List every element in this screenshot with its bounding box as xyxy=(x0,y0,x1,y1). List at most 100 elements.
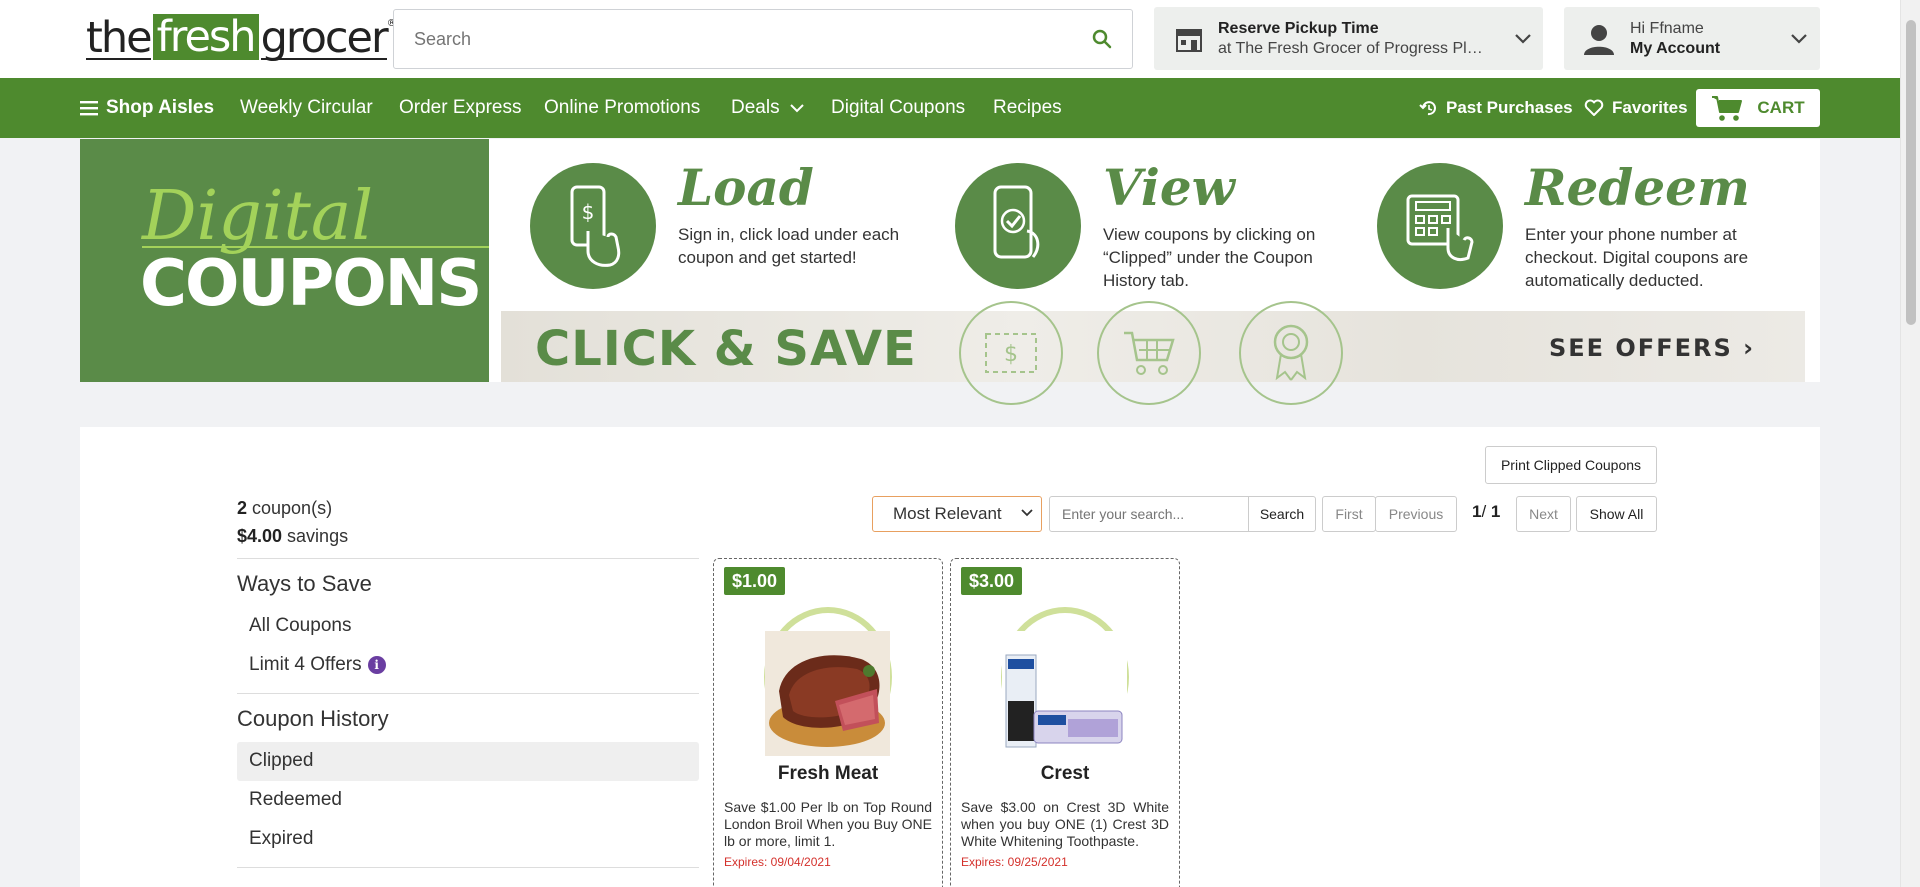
product-image-steak xyxy=(765,631,890,756)
print-clipped-coupons-button[interactable]: Print Clipped Coupons xyxy=(1485,446,1657,484)
pickup-title: Reserve Pickup Time xyxy=(1218,19,1379,37)
chevron-down-icon xyxy=(789,104,804,113)
step-redeem-title: Redeem xyxy=(1525,158,1750,217)
show-all-button[interactable]: Show All xyxy=(1576,496,1657,532)
coupon-count-label: coupon(s) xyxy=(247,498,333,518)
svg-text:$: $ xyxy=(1004,342,1018,367)
logo-text-the: the xyxy=(86,13,153,63)
step-view-title: View xyxy=(1103,158,1235,217)
next-page-button[interactable]: Next xyxy=(1516,496,1571,532)
coupon-expiration: Expires: 09/25/2021 xyxy=(961,855,1068,869)
coupon-card[interactable]: $1.00 Fresh Meat Save $1.00 Per lb on To… xyxy=(713,558,943,887)
account-menu-button[interactable]: Hi Ffname My Account xyxy=(1564,7,1820,70)
nav-order-express[interactable]: Order Express xyxy=(399,78,521,138)
cart-label: CART xyxy=(1757,98,1805,117)
nav-favorites[interactable]: Favorites xyxy=(1584,78,1688,138)
page-scrollbar[interactable] xyxy=(1900,0,1920,887)
page-separator: / xyxy=(1481,502,1491,521)
account-greeting: Hi Ffname xyxy=(1630,19,1704,37)
step-redeem-desc: Enter your phone number at checkout. Dig… xyxy=(1525,225,1749,290)
see-offers-link[interactable]: SEE OFFERS › xyxy=(1549,334,1755,362)
nav-shop-aisles-label: Shop Aisles xyxy=(106,97,215,118)
store-logo[interactable]: the fresh grocer ® xyxy=(86,12,397,60)
page-total: 1 xyxy=(1490,502,1501,521)
award-ribbon-icon xyxy=(1239,301,1343,405)
sort-selected-value: Most Relevant xyxy=(893,504,1002,523)
chevron-down-icon xyxy=(1778,33,1820,45)
previous-page-button[interactable]: Previous xyxy=(1375,496,1457,532)
phone-check-icon xyxy=(955,163,1081,289)
ways-to-save-heading: Ways to Save xyxy=(237,571,372,596)
main-nav: Shop Aisles Weekly Circular Order Expres… xyxy=(0,78,1900,138)
digital-coupons-banner-logo: Digital COUPONS xyxy=(80,139,497,382)
coupon-expiration: Expires: 09/04/2021 xyxy=(724,855,831,869)
sidebar-item-expired[interactable]: Expired xyxy=(237,820,699,859)
sidebar-item-limit-offers[interactable]: Limit 4 Offers i xyxy=(237,646,699,685)
phone-dollar-icon: $ xyxy=(530,163,656,289)
coupon-summary: 2 coupon(s) $4.00 savings xyxy=(237,494,348,550)
history-icon xyxy=(1419,101,1436,116)
shopping-cart-icon xyxy=(1097,301,1201,405)
click-save-text: CLICK & SAVE xyxy=(535,321,917,377)
svg-text:$: $ xyxy=(582,200,595,224)
nav-past-purchases-label: Past Purchases xyxy=(1446,98,1573,117)
step-load-desc: Sign in, click load under each coupon an… xyxy=(678,225,900,267)
sort-select[interactable]: Most Relevant xyxy=(872,496,1042,532)
user-icon xyxy=(1582,22,1616,56)
site-search-input[interactable] xyxy=(394,10,1072,68)
sidebar-item-all-coupons[interactable]: All Coupons xyxy=(237,607,699,646)
reserve-pickup-button[interactable]: Reserve Pickup Time at The Fresh Grocer … xyxy=(1154,7,1543,70)
scrollbar-thumb[interactable] xyxy=(1906,20,1916,325)
first-page-button[interactable]: First xyxy=(1322,496,1376,532)
savings-label: savings xyxy=(282,526,349,546)
logo-text-grocer: grocer xyxy=(260,13,389,63)
coupon-description: Save $1.00 Per lb on Top Round London Br… xyxy=(724,799,932,849)
step-view-desc: View coupons by clicking on “Clipped” un… xyxy=(1103,225,1316,290)
coupon-search-button[interactable]: Search xyxy=(1248,496,1316,532)
page-indicator: 1/ 1 xyxy=(1472,502,1500,522)
digital-coupons-banner: $ Load Sign in, click load under each co… xyxy=(489,139,1820,405)
banner-digital-text: Digital xyxy=(142,177,374,256)
nav-past-purchases[interactable]: Past Purchases xyxy=(1418,78,1573,138)
coupon-sidebar: Ways to Save All Coupons Limit 4 Offers i… xyxy=(237,558,699,868)
coupon-amount-badge: $3.00 xyxy=(961,567,1023,595)
chevron-down-icon xyxy=(1021,509,1033,517)
banner-coupons-text: COUPONS xyxy=(140,247,482,321)
limit-offers-label: Limit 4 Offers xyxy=(249,654,362,675)
coupon-history-heading: Coupon History xyxy=(237,706,389,731)
coupon-brand: Fresh Meat xyxy=(777,763,879,784)
click-and-save-banner[interactable]: CLICK & SAVE $ SEE OFFERS › xyxy=(501,301,1805,405)
product-image-toothpaste xyxy=(1002,631,1127,756)
site-search xyxy=(393,9,1133,69)
account-label: My Account xyxy=(1630,39,1721,57)
info-icon[interactable]: i xyxy=(367,655,386,674)
hamburger-menu-icon xyxy=(80,101,98,116)
pickup-store-name: at The Fresh Grocer of Progress Plaza xyxy=(1218,39,1486,57)
sidebar-item-clipped[interactable]: Clipped xyxy=(237,742,699,781)
nav-deals[interactable]: Deals xyxy=(731,78,804,138)
coupon-count: 2 xyxy=(237,498,248,518)
nav-digital-coupons[interactable]: Digital Coupons xyxy=(831,78,965,138)
coupon-brand: Crest xyxy=(1040,763,1090,784)
nav-shop-aisles[interactable]: Shop Aisles xyxy=(80,78,214,138)
search-icon[interactable] xyxy=(1072,10,1132,68)
keypad-icon xyxy=(1377,163,1503,289)
storefront-icon xyxy=(1174,24,1204,54)
nav-recipes[interactable]: Recipes xyxy=(993,78,1062,138)
coupon-card[interactable]: $3.00 Crest Save $3.00 on Crest 3D White… xyxy=(950,558,1180,887)
nav-favorites-label: Favorites xyxy=(1612,98,1688,117)
step-load-title: Load xyxy=(678,158,814,217)
dollar-tag-icon: $ xyxy=(959,301,1063,405)
chevron-down-icon xyxy=(1503,33,1543,45)
savings-amount: $4.00 xyxy=(237,526,283,546)
sidebar-item-redeemed[interactable]: Redeemed xyxy=(237,781,699,820)
nav-online-promotions[interactable]: Online Promotions xyxy=(544,78,700,138)
logo-text-fresh: fresh xyxy=(152,14,259,60)
nav-weekly-circular[interactable]: Weekly Circular xyxy=(240,78,373,138)
nav-deals-label: Deals xyxy=(731,97,780,118)
coupon-search-input[interactable] xyxy=(1049,496,1249,532)
cart-icon xyxy=(1712,96,1743,121)
top-header: the fresh grocer ® Reserve Pickup Time a… xyxy=(0,0,1900,78)
cart-button[interactable]: CART xyxy=(1696,89,1820,127)
coupon-description: Save $3.00 on Crest 3D White when you bu… xyxy=(961,799,1169,849)
